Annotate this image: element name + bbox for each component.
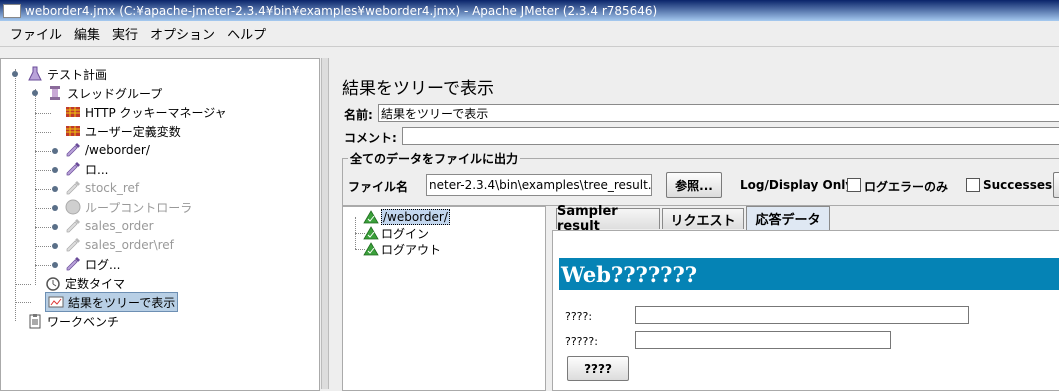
tree-label: 結果をツリーで表示 <box>68 295 176 310</box>
success-triangle-icon <box>363 242 379 256</box>
sampler-pipette-icon <box>66 238 80 252</box>
result-tree-listener-icon <box>48 296 64 308</box>
window-title-bar[interactable]: weborder4.jmx (C:¥apache-jmeter-2.3.4¥bi… <box>0 0 1059 21</box>
view-results-tree-panel: 結果をツリーで表示 名前: 結果をツリーで表示 コメント: 全てのデータをファイ… <box>330 58 1059 391</box>
filename-field[interactable]: neter-2.3.4\bin\examples\tree_result.xml <box>426 174 652 196</box>
sampler-pipette-icon <box>66 219 80 233</box>
name-field[interactable]: 結果をツリーで表示 <box>378 104 1059 122</box>
response-field1-label: ????: <box>565 310 593 323</box>
sampler-pipette-icon <box>66 181 80 195</box>
result-label: ログアウト <box>381 242 442 257</box>
expand-handle[interactable] <box>32 90 38 96</box>
successes-label: Successes <box>983 178 1053 192</box>
tree-label: sales_order\ref <box>85 238 174 252</box>
sampler-pipette-icon <box>66 257 80 271</box>
window-title: weborder4.jmx (C:¥apache-jmeter-2.3.4¥bi… <box>25 3 658 18</box>
successes-checkbox[interactable] <box>966 178 980 192</box>
tree-item-sales-order-ref[interactable]: sales_order\ref <box>65 236 174 254</box>
test-plan-tree[interactable]: テスト計画 スレッドグループ HTTP クッキーマネージャ ユーザー定義変数 /… <box>0 58 320 391</box>
tree-item-sales-order[interactable]: sales_order <box>65 217 154 235</box>
tree-item-constant-timer[interactable]: 定数タイマ <box>45 274 125 292</box>
result-item[interactable]: ログアウト <box>363 240 441 258</box>
sample-result-tree[interactable]: /weborder/ ログイン ログアウト <box>342 206 546 391</box>
flask-icon <box>28 66 42 81</box>
menu-help[interactable]: ヘルプ <box>227 24 266 43</box>
success-triangle-icon <box>363 226 379 240</box>
tree-item-login[interactable]: ロ... <box>65 160 108 178</box>
menu-options[interactable]: オプション <box>150 24 215 43</box>
errors-only-checkbox[interactable] <box>847 178 861 192</box>
app-icon <box>3 3 21 18</box>
menu-bar: ファイル 編集 実行 オプション ヘルプ <box>0 21 1059 47</box>
tree-item-workbench[interactable]: ワークベンチ <box>27 312 119 330</box>
panel-title: 結果をツリーで表示 <box>342 79 494 99</box>
expand-handle[interactable] <box>52 167 58 173</box>
tree-item-user-variables[interactable]: ユーザー定義変数 <box>65 122 181 140</box>
loop-controller-icon <box>65 199 81 215</box>
result-label: ログイン <box>381 226 430 241</box>
errors-only-label: ログエラーのみ <box>864 180 949 194</box>
tree-label: ロ... <box>85 162 109 177</box>
tree-label: テスト計画 <box>47 67 108 82</box>
tree-item-cookie-manager[interactable]: HTTP クッキーマネージャ <box>65 103 227 121</box>
expand-handle[interactable] <box>52 224 58 230</box>
comment-field[interactable] <box>402 127 1059 145</box>
tree-item-test-plan[interactable]: テスト計画 <box>27 65 107 83</box>
menu-file[interactable]: ファイル <box>10 24 62 43</box>
spool-icon <box>50 86 60 100</box>
response-field1-input[interactable] <box>635 306 969 324</box>
success-triangle-icon <box>363 210 379 224</box>
tree-item-logout[interactable]: ログ... <box>65 255 120 273</box>
expand-handle[interactable] <box>12 71 18 77</box>
expand-handle[interactable] <box>52 148 58 154</box>
response-banner: Web??????? <box>559 258 1059 290</box>
tree-label: 定数タイマ <box>65 276 126 291</box>
tree-label: スレッドグループ <box>67 86 163 101</box>
group-title: 全てのデータをファイルに出力 <box>348 150 521 167</box>
menu-run[interactable]: 実行 <box>112 24 138 43</box>
tree-label: ワークベンチ <box>47 314 120 329</box>
tree-label: ユーザー定義変数 <box>85 124 181 139</box>
tree-item-view-results-tree[interactable]: 結果をツリーで表示 <box>45 292 179 312</box>
split-pane-divider[interactable] <box>321 58 329 389</box>
browse-button[interactable]: 参照... <box>666 172 722 198</box>
expand-handle[interactable] <box>52 205 58 211</box>
tree-label: stock_ref <box>85 181 140 195</box>
expand-handle[interactable] <box>52 243 58 249</box>
expand-handle[interactable] <box>52 262 58 268</box>
cookie-manager-icon <box>66 107 80 117</box>
tab-response-data[interactable]: 応答データ <box>746 206 830 230</box>
tree-item-loop-controller[interactable]: ループコントローラ <box>65 198 192 216</box>
clipboard-icon <box>29 314 41 329</box>
tree-item-stock-ref[interactable]: stock_ref <box>65 179 139 197</box>
tree-label: ループコントローラ <box>85 200 193 215</box>
tree-item-weborder[interactable]: /weborder/ <box>65 141 150 159</box>
tree-label: ログ... <box>85 257 121 272</box>
name-label: 名前: <box>344 108 373 122</box>
tree-label: /weborder/ <box>85 143 150 157</box>
tree-label: HTTP クッキーマネージャ <box>85 105 227 120</box>
filename-label: ファイル名 <box>348 180 409 194</box>
result-label: /weborder/ <box>381 209 450 225</box>
tree-item-thread-group[interactable]: スレッドグループ <box>47 84 162 102</box>
response-field2-input[interactable] <box>635 331 891 349</box>
sampler-pipette-icon <box>66 143 80 157</box>
log-display-only-label: Log/Display Only: <box>740 178 858 192</box>
response-submit-button[interactable]: ???? <box>567 356 629 381</box>
tree-label: sales_order <box>85 219 154 233</box>
tab-request[interactable]: リクエスト <box>662 208 744 229</box>
tab-sampler-result[interactable]: Sampler result <box>556 204 660 234</box>
timer-icon <box>46 277 60 291</box>
configure-button[interactable] <box>1053 172 1059 198</box>
response-field2-label: ?????: <box>565 335 598 348</box>
user-variables-icon <box>66 126 80 136</box>
response-data-view: Web??????? ????: ?????: ???? <box>552 230 1059 391</box>
sampler-pipette-icon <box>66 162 80 176</box>
expand-handle[interactable] <box>52 186 58 192</box>
menu-edit[interactable]: 編集 <box>74 24 100 43</box>
comment-label: コメント: <box>344 131 397 145</box>
